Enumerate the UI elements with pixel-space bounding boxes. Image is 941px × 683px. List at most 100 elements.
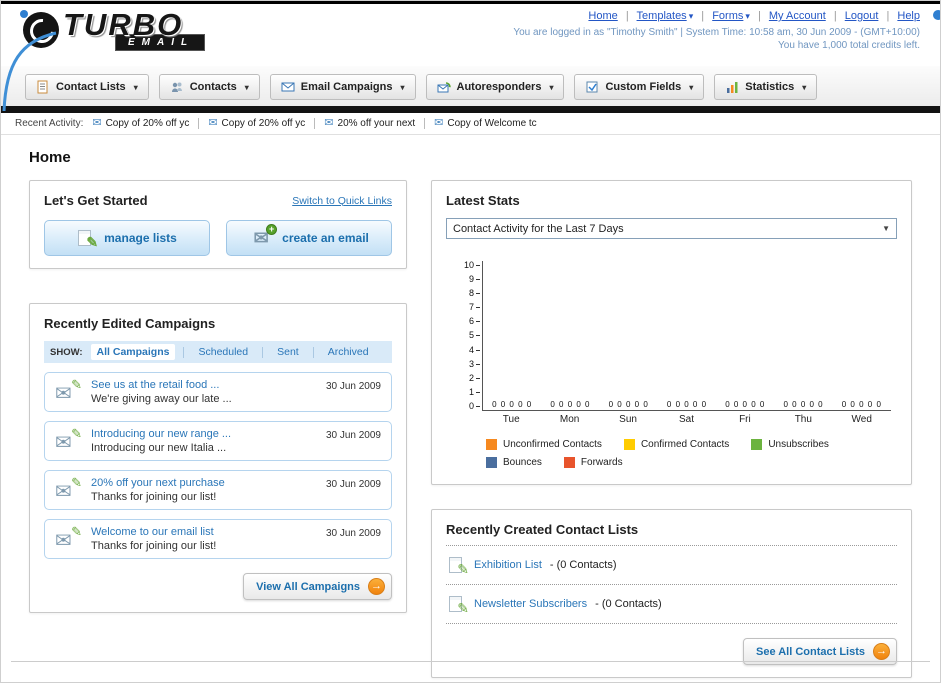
chevron-down-icon: ▾ [400, 82, 405, 92]
tab-archived[interactable]: Archived [322, 344, 375, 360]
y-axis-tick: 8 [469, 289, 480, 298]
tab-all-campaigns[interactable]: All Campaigns [90, 344, 176, 360]
top-link-logout[interactable]: Logout [845, 10, 879, 22]
arrow-right-icon: → [873, 643, 890, 660]
top-nav: Home | Templates ▾ | Forms ▾ | My Account … [513, 10, 920, 22]
envelope-icon: ✉ [434, 117, 444, 129]
pencil-glyph: ✎ [71, 475, 82, 490]
recently-edited-campaigns-panel: Recently Edited Campaigns SHOW: All Camp… [29, 303, 407, 613]
legend-label: Confirmed Contacts [640, 439, 730, 450]
chevron-down-icon: ▼ [882, 224, 890, 233]
recent-activity-item[interactable]: ✉ Copy of 20% off yc [208, 118, 305, 130]
campaign-item[interactable]: ✉ ✎ 20% off your next purchase Thanks fo… [44, 470, 392, 510]
stats-period-select[interactable]: Contact Activity for the Last 7 Days ▼ [446, 218, 897, 239]
legend-label: Forwards [580, 457, 623, 468]
logo-text: TURBO EMAIL [63, 9, 206, 51]
top-link-my-account[interactable]: My Account [769, 10, 826, 22]
x-axis-label: Wed [851, 414, 872, 425]
recent-activity-item[interactable]: ✉ Copy of Welcome tc [434, 117, 537, 130]
pencil-glyph: ✎ [71, 426, 82, 441]
edit-campaign-icon: ✉ ✎ [55, 426, 82, 453]
separator: | [701, 10, 705, 22]
campaign-title-link[interactable]: 20% off your next purchase [91, 477, 316, 489]
create-email-button[interactable]: ✉ + create an email [226, 220, 392, 256]
campaign-subtitle: Thanks for joining our list! [91, 491, 217, 503]
switch-quick-links-link[interactable]: Switch to Quick Links [292, 195, 392, 207]
campaign-item[interactable]: ✉ ✎ Welcome to our email list Thanks for… [44, 519, 392, 559]
campaign-title-link[interactable]: See us at the retail food ... [91, 379, 316, 391]
campaign-title-link[interactable]: Introducing our new range ... [91, 428, 316, 440]
top-link-forms[interactable]: Forms ▾ [712, 10, 750, 22]
nav-tab-email-campaigns[interactable]: Email Campaigns ▾ [269, 74, 416, 100]
separator [198, 118, 200, 129]
latest-stats-panel: Latest Stats Contact Activity for the La… [431, 180, 912, 485]
bar-value-labels: 0 0 0 0 0 [783, 400, 824, 409]
nav-tab-custom-fields[interactable]: Custom Fields ▾ [574, 74, 705, 100]
contacts-icon [171, 82, 182, 92]
legend-item: Bounces [486, 457, 542, 468]
x-axis-label: Fri [739, 414, 751, 425]
nav-tab-contact-lists[interactable]: Contact Lists ▾ [25, 74, 149, 100]
pencil-glyph: ✎ [71, 524, 82, 539]
pencil-glyph: ✎ [71, 377, 82, 392]
top-link-templates[interactable]: Templates ▾ [637, 10, 694, 22]
contact-list-link[interactable]: Exhibition List [474, 559, 542, 571]
chevron-down-icon: ▾ [745, 11, 750, 21]
app-window: TURBO EMAIL Home | Templates ▾ | Forms ▾ |… [0, 0, 941, 683]
campaign-item[interactable]: ✉ ✎ See us at the retail food ... We're … [44, 372, 392, 412]
top-link-home[interactable]: Home [588, 10, 617, 22]
campaign-date: 30 Jun 2009 [325, 528, 381, 539]
x-axis-label: Tue [502, 414, 520, 425]
contact-list-item[interactable]: ✎ Newsletter Subscribers - (0 Contacts) [446, 585, 897, 624]
x-axis-label: Sun [619, 414, 637, 425]
view-all-campaigns-button[interactable]: View All Campaigns → [243, 573, 392, 600]
campaign-title-link[interactable]: Welcome to our email list [91, 526, 316, 538]
y-axis-tick: 4 [469, 345, 480, 355]
recent-activity-text: Copy of Welcome tc [447, 118, 537, 129]
chart-plot-area: 0 0 0 0 0 0 0 0 0 0 0 0 0 0 0 0 0 0 0 0 0 0 … [482, 261, 891, 411]
x-axis-label: Sat [678, 414, 694, 425]
nav-label: Contacts [189, 81, 237, 93]
campaign-date: 30 Jun 2009 [325, 479, 381, 490]
campaign-subtitle: Introducing our new Italia ... [91, 442, 227, 454]
plus-icon: + [266, 224, 278, 235]
nav-label: Autoresponders [456, 81, 542, 93]
credits-info: You have 1,000 total credits left. [778, 40, 920, 51]
x-axis-label: Thu [794, 414, 812, 425]
campaign-item[interactable]: ✉ ✎ Introducing our new range ... Introd… [44, 421, 392, 461]
bar-value-labels: 0 0 0 0 0 [725, 400, 766, 409]
separator: | [886, 10, 890, 22]
login-info: You are logged in as "Timothy Smith" | S… [513, 27, 920, 38]
campaign-subtitle: We're giving away our late ... [91, 393, 232, 405]
tab-scheduled[interactable]: Scheduled [192, 344, 254, 360]
recently-created-contact-lists-panel: Recently Created Contact Lists ✎ Exhibit… [431, 509, 912, 678]
manage-lists-button[interactable]: ✎ manage lists [44, 220, 210, 256]
button-label: create an email [282, 231, 369, 245]
campaign-subtitle: Thanks for joining our list! [91, 540, 217, 552]
recent-activity-text: Copy of 20% off yc [105, 118, 190, 129]
y-axis-tick: 7 [469, 303, 480, 312]
legend-item: Confirmed Contacts [623, 439, 730, 450]
x-axis-label: Mon [559, 414, 580, 425]
top-link-help[interactable]: Help [897, 10, 920, 22]
recent-activity-item[interactable]: ✉ 20% off your next [324, 118, 415, 130]
chevron-down-icon: ▾ [133, 82, 138, 92]
legend-swatch-icon [486, 439, 497, 450]
nav-tab-statistics[interactable]: Statistics ▾ [714, 74, 818, 100]
legend-label: Bounces [503, 457, 542, 468]
contact-list-item[interactable]: ✎ Exhibition List - (0 Contacts) [446, 546, 897, 585]
chevron-down-icon: ▾ [802, 82, 807, 92]
legend-label: Unconfirmed Contacts [503, 439, 602, 450]
nav-tab-contacts[interactable]: Contacts ▾ [158, 74, 260, 100]
nav-label: Statistics [745, 81, 795, 93]
panel-title: Latest Stats [446, 193, 520, 208]
turbo-email-logo[interactable]: TURBO EMAIL [11, 8, 281, 51]
recent-activity-item[interactable]: ✉ Copy of 20% off yc [92, 118, 190, 130]
nav-label: Contact Lists [56, 81, 126, 93]
tab-sent[interactable]: Sent [271, 344, 305, 360]
recent-activity-bar: Recent Activity: ✉ Copy of 20% off yc ✉ … [1, 113, 940, 135]
decorative-blue-dot [933, 10, 940, 20]
separator [312, 346, 314, 358]
contact-list-link[interactable]: Newsletter Subscribers [474, 598, 587, 610]
nav-tab-autoresponders[interactable]: Autoresponders ▾ [425, 74, 565, 100]
